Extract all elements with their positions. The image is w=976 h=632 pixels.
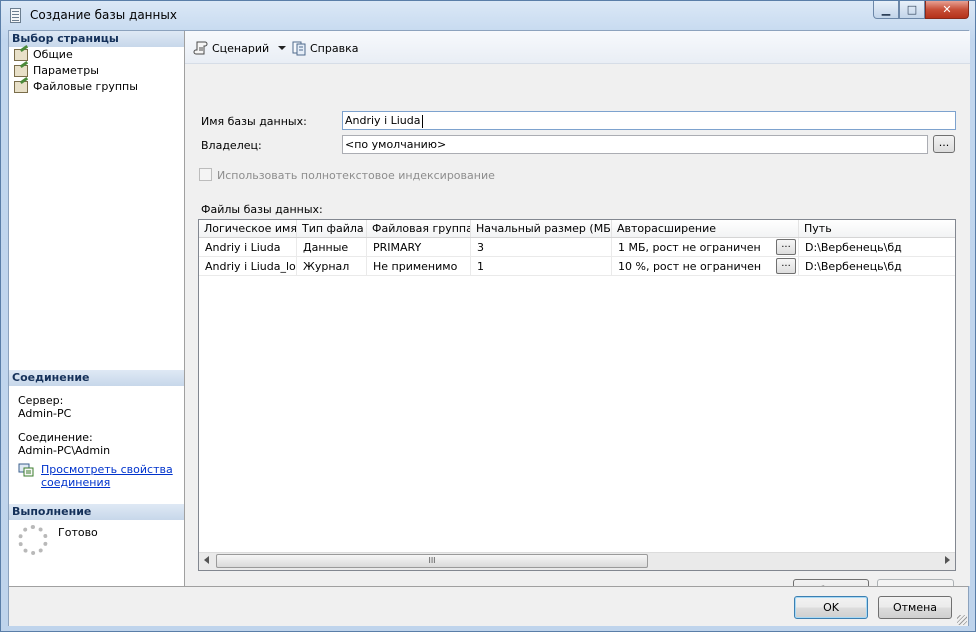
toolbar: Сценарий Справка xyxy=(185,31,970,64)
server-label: Сервер: xyxy=(18,394,64,407)
cell-autogrowth[interactable]: 10 %, рост не ограничен ... xyxy=(612,257,799,276)
settings-page-icon xyxy=(14,81,28,93)
script-button[interactable]: Сценарий xyxy=(193,40,287,56)
db-name-label: Имя базы данных: xyxy=(201,115,307,128)
connection-label: Соединение: xyxy=(18,431,93,444)
autogrowth-value: 10 %, рост не ограничен xyxy=(618,260,762,273)
connection-properties-icon xyxy=(18,463,34,477)
script-label: Сценарий xyxy=(212,41,270,55)
db-name-input[interactable]: Andriy i Liuda xyxy=(342,111,956,130)
maximize-button[interactable]: □ xyxy=(899,1,925,19)
cancel-button[interactable]: Отмена xyxy=(878,596,952,619)
dialog-client: Выбор страницы Общие Параметры Файловые … xyxy=(8,30,970,626)
sidebar-item-options[interactable]: Параметры xyxy=(9,63,184,79)
horizontal-scrollbar[interactable]: III xyxy=(199,552,955,570)
chevron-down-icon[interactable] xyxy=(278,46,287,50)
owner-input[interactable]: <по умолчанию> xyxy=(342,135,928,154)
sidebar-item-label: Общие xyxy=(33,48,73,61)
sidebar-item-label: Файловые группы xyxy=(33,80,138,93)
link-text-line1[interactable]: Просмотреть свойства xyxy=(41,463,184,476)
server-value: Admin-PC xyxy=(18,407,72,420)
autogrowth-edit-button[interactable]: ... xyxy=(776,258,796,274)
owner-label: Владелец: xyxy=(201,139,262,152)
dialog-window: Создание базы данных ▁ □ ✕ Выбор страниц… xyxy=(0,0,976,632)
dialog-footer: OK Отмена xyxy=(9,586,968,626)
script-icon xyxy=(193,41,208,55)
main-panel: Имя базы данных: Andriy i Liuda Владелец… xyxy=(185,64,970,602)
view-connection-properties-link[interactable]: Просмотреть свойства соединения xyxy=(9,463,184,489)
db-name-value: Andriy i Liuda xyxy=(345,114,421,127)
scroll-thumb[interactable]: III xyxy=(216,554,648,568)
progress-header: Выполнение xyxy=(9,504,184,520)
cell-file-type[interactable]: Журнал xyxy=(297,257,367,276)
help-label: Справка xyxy=(310,41,359,55)
database-files-grid[interactable]: Логическое имя Тип файла Файловая группа… xyxy=(198,219,956,571)
table-row[interactable]: Andriy i Liuda Данные PRIMARY 3 1 МБ, ро… xyxy=(199,238,955,257)
settings-page-icon xyxy=(14,49,28,61)
column-header-filegroup[interactable]: Файловая группа xyxy=(367,220,471,237)
table-row[interactable]: Andriy i Liuda_log Журнал Не применимо 1… xyxy=(199,257,955,276)
owner-browse-button[interactable]: ... xyxy=(933,135,955,153)
title-bar[interactable]: Создание базы данных ▁ □ ✕ xyxy=(1,1,975,30)
minimize-button[interactable]: ▁ xyxy=(873,1,899,19)
cell-autogrowth[interactable]: 1 МБ, рост не ограничен ... xyxy=(612,238,799,257)
autogrowth-value: 1 МБ, рост не ограничен xyxy=(618,241,761,254)
owner-value: <по умолчанию> xyxy=(345,138,447,151)
close-icon: ✕ xyxy=(942,3,952,16)
help-button[interactable]: Справка xyxy=(291,40,358,56)
help-icon xyxy=(292,41,306,56)
window-title: Создание базы данных xyxy=(30,8,177,22)
cell-path[interactable]: D:\Вербенець\бд xyxy=(799,257,955,276)
column-header-logical-name[interactable]: Логическое имя xyxy=(199,220,297,237)
grid-header: Логическое имя Тип файла Файловая группа… xyxy=(199,220,955,238)
column-header-autogrowth[interactable]: Авторасширение xyxy=(612,220,799,237)
cell-filegroup[interactable]: PRIMARY xyxy=(367,238,471,257)
cell-logical-name[interactable]: Andriy i Liuda_log xyxy=(199,257,297,276)
minimize-icon: ▁ xyxy=(881,3,891,16)
fulltext-checkbox[interactable] xyxy=(199,168,212,181)
column-header-path[interactable]: Путь xyxy=(799,220,955,237)
progress-status: Готово xyxy=(58,526,98,539)
column-header-file-type[interactable]: Тип файла xyxy=(297,220,367,237)
sidebar-item-filegroups[interactable]: Файловые группы xyxy=(9,79,184,95)
settings-page-icon xyxy=(14,65,28,77)
connection-value: Admin-PC\Admin xyxy=(18,444,111,457)
database-icon xyxy=(10,8,21,23)
ok-button[interactable]: OK xyxy=(794,596,868,619)
page-select-header: Выбор страницы xyxy=(9,31,184,47)
maximize-icon: □ xyxy=(906,3,918,16)
left-pane: Выбор страницы Общие Параметры Файловые … xyxy=(9,31,185,586)
resize-grip-icon[interactable] xyxy=(957,615,967,625)
link-text-line2[interactable]: соединения xyxy=(41,476,184,489)
scroll-right-icon[interactable] xyxy=(945,556,950,564)
cell-initial-size[interactable]: 3 xyxy=(471,238,612,257)
cell-file-type[interactable]: Данные xyxy=(297,238,367,257)
close-button[interactable]: ✕ xyxy=(925,1,969,19)
cell-logical-name[interactable]: Andriy i Liuda xyxy=(199,238,297,257)
cell-path[interactable]: D:\Вербенець\бд xyxy=(799,238,955,257)
scroll-left-icon[interactable] xyxy=(204,556,209,564)
progress-spinner-icon xyxy=(18,525,48,555)
fulltext-label: Использовать полнотекстовое индексирован… xyxy=(217,169,495,182)
connection-header: Соединение xyxy=(9,370,184,386)
autogrowth-edit-button[interactable]: ... xyxy=(776,239,796,255)
sidebar-item-general[interactable]: Общие xyxy=(9,47,184,63)
cell-initial-size[interactable]: 1 xyxy=(471,257,612,276)
cell-filegroup[interactable]: Не применимо xyxy=(367,257,471,276)
text-cursor xyxy=(421,114,423,128)
files-section-label: Файлы базы данных: xyxy=(201,203,323,216)
sidebar-item-label: Параметры xyxy=(33,64,99,77)
column-header-initial-size[interactable]: Начальный размер (МБ) xyxy=(471,220,612,237)
